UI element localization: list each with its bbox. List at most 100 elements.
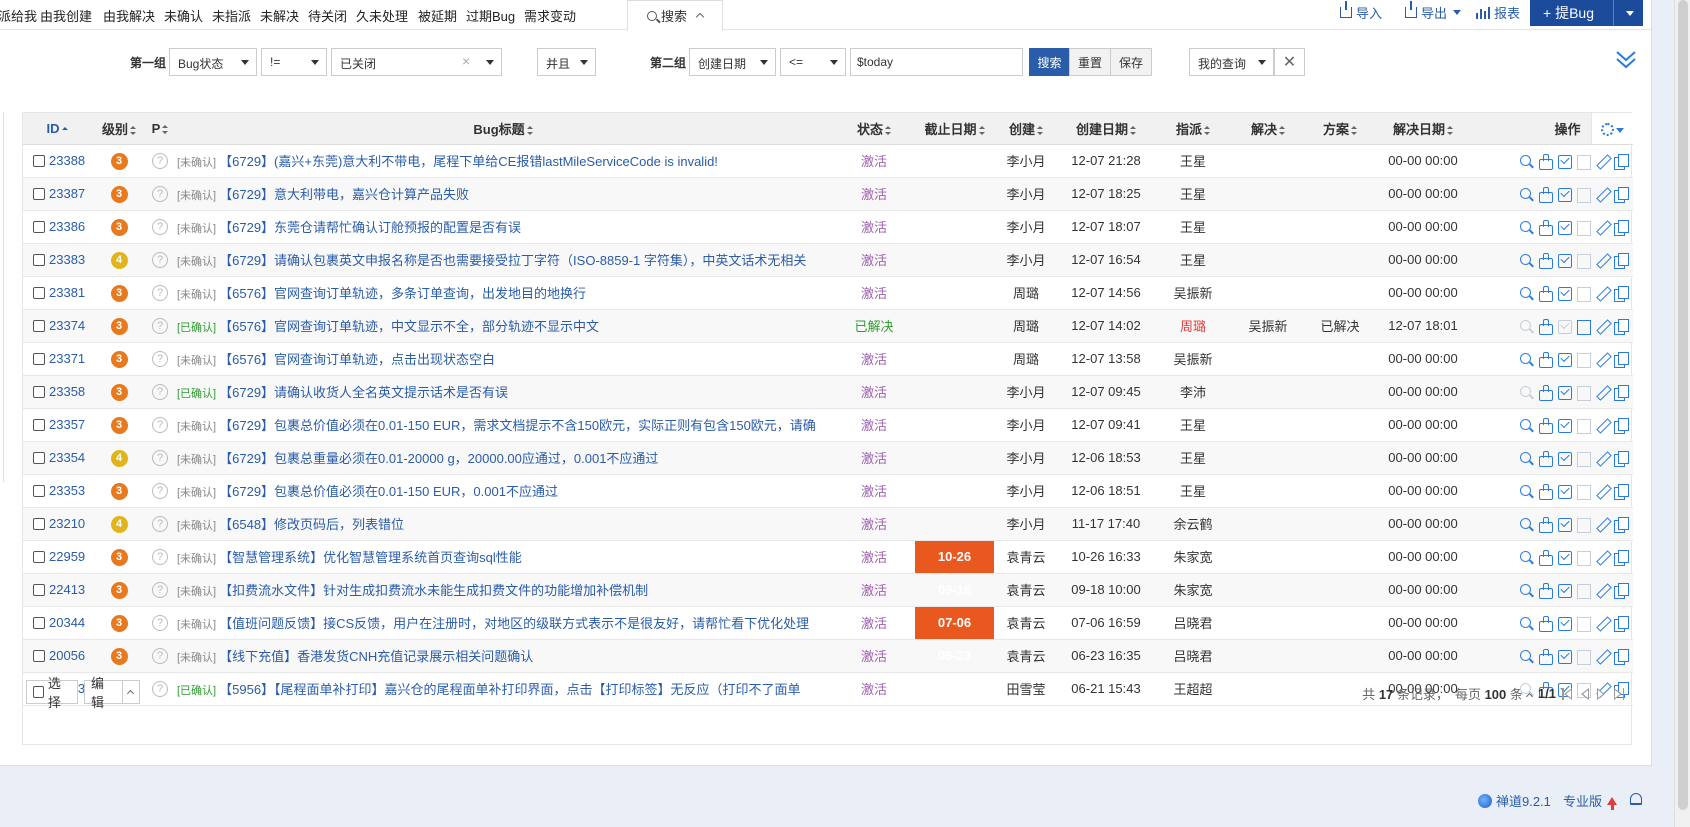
copy-icon[interactable] [1614,417,1629,434]
header-assigned[interactable]: 指派 [1154,113,1232,145]
confirm-bug-icon[interactable] [1519,550,1534,565]
header-pri[interactable]: P [147,113,173,145]
assign-icon[interactable] [1538,615,1553,632]
assigned-cell[interactable]: 王星 [1154,441,1232,475]
tab-unresolved[interactable]: 未解决 [260,6,299,25]
copy-icon[interactable] [1614,516,1629,533]
search-button[interactable]: 搜索 [1029,48,1070,76]
resolve-icon[interactable] [1557,517,1572,532]
assign-icon[interactable] [1538,153,1553,170]
edit-icon[interactable] [1595,616,1610,631]
resolve-icon[interactable] [1557,583,1572,598]
bug-title-link[interactable]: 【6729】请确认收货人全名英文提示话术是否有误 [219,385,508,400]
header-resolution[interactable]: 方案 [1304,113,1376,145]
edit-icon[interactable] [1595,550,1610,565]
row-checkbox[interactable] [33,155,45,168]
edit-icon[interactable] [1595,418,1610,433]
assign-icon[interactable] [1538,351,1553,368]
assign-icon[interactable] [1538,582,1553,599]
close-bug-icon[interactable] [1576,583,1591,599]
row-checkbox[interactable] [33,617,45,630]
bug-id-link[interactable]: 23354 [49,451,85,466]
bug-id-link[interactable]: 23383 [49,253,85,268]
edit-icon[interactable] [1595,352,1610,367]
copy-icon[interactable] [1614,351,1629,368]
batch-edit-dropdown[interactable] [121,681,139,703]
save-query-button[interactable]: 保存 [1110,48,1152,76]
bug-title-link[interactable]: 【6729】包裹总重量必须在0.01-20000 g，20000.00应通过，0… [219,451,658,466]
column-settings[interactable] [1590,113,1633,145]
group1-value-select[interactable]: 已关闭 × [331,48,502,76]
report-button[interactable]: 报表 [1476,3,1520,22]
table-row[interactable]: 23357 3? [未确认] 【6729】包裹总价值必须在0.01-150 EUR，需… [23,408,1633,442]
and-or-select[interactable]: 并且 [537,48,596,76]
row-checkbox[interactable] [33,353,45,366]
assigned-cell[interactable]: 周璐 [1154,309,1232,343]
assigned-cell[interactable]: 吴振新 [1154,342,1232,376]
bug-title-link[interactable]: 【6729】意大利带电，嘉兴仓计算产品失败 [219,187,469,202]
assign-icon[interactable] [1538,417,1553,434]
close-bug-icon[interactable] [1576,286,1591,302]
close-bug-icon[interactable] [1576,517,1591,533]
edit-icon[interactable] [1595,484,1610,499]
bug-title-link[interactable]: 【6729】东莞仓请帮忙确认订舱预报的配置是否有误 [219,220,521,235]
tab-search[interactable]: 搜索 [627,0,723,31]
bug-title-link[interactable]: 【扣费流水文件】针对生成扣费流水未能生成扣费文件的功能增加补偿机制 [219,583,648,598]
assigned-cell[interactable]: 王星 [1154,408,1232,442]
table-row[interactable]: 20056 3? [未确认] 【线下充值】香港发货CNH充值记录展示相关问题确认 激活 0… [23,639,1633,673]
assign-icon[interactable] [1538,186,1553,203]
resolve-icon[interactable] [1557,220,1572,235]
tab-story-changed[interactable]: 需求变动 [524,6,576,25]
edit-icon[interactable] [1595,220,1610,235]
assign-icon[interactable] [1538,549,1553,566]
resolve-icon[interactable] [1557,616,1572,631]
bug-title-link[interactable]: 【6729】请确认包裹英文申报名称是否也需要接受拉丁字符（ISO-8859-1 … [219,253,806,268]
confirm-bug-icon[interactable] [1519,220,1534,235]
confirm-bug-icon[interactable] [1519,484,1534,499]
row-checkbox[interactable] [33,485,45,498]
assign-icon[interactable] [1538,252,1553,269]
close-bug-icon[interactable] [1576,154,1591,170]
confirm-bug-icon[interactable] [1519,616,1534,631]
confirm-bug-icon[interactable] [1519,319,1534,334]
tab-overdue[interactable]: 过期Bug [466,6,515,25]
tab-unassigned[interactable]: 未指派 [212,6,251,25]
row-checkbox[interactable] [33,386,45,399]
bug-id-link[interactable]: 23386 [49,220,85,235]
assigned-cell[interactable]: 李沛 [1154,375,1232,409]
confirm-bug-icon[interactable] [1519,451,1534,466]
close-bug-icon[interactable] [1576,616,1591,632]
copy-icon[interactable] [1614,318,1629,335]
bug-id-link[interactable]: 23371 [49,352,85,367]
row-checkbox[interactable] [33,254,45,267]
tab-unconfirmed[interactable]: 未确认 [164,6,203,25]
table-row[interactable]: 22959 3? [未确认] 【智慧管理系统】优化智慧管理系统首页查询sql性能 激活 1… [23,540,1633,574]
bug-id-link[interactable]: 23210 [49,517,85,532]
row-checkbox[interactable] [33,221,45,234]
resolve-icon[interactable] [1557,484,1572,499]
confirm-bug-icon[interactable] [1519,418,1534,433]
assigned-cell[interactable]: 王星 [1154,474,1232,508]
row-checkbox[interactable] [33,452,45,465]
copy-icon[interactable] [1614,483,1629,500]
resolve-icon[interactable] [1557,550,1572,565]
edit-icon[interactable] [1595,187,1610,202]
edit-icon[interactable] [1595,649,1610,664]
close-bug-icon[interactable] [1576,220,1591,236]
table-row[interactable]: 22413 3? [未确认] 【扣费流水文件】针对生成扣费流水未能生成扣费文件的功能增… [23,573,1633,607]
bug-title-link[interactable]: 【线下充值】香港发货CNH充值记录展示相关问题确认 [219,649,533,664]
export-button[interactable]: 导出 [1405,1,1462,22]
header-resolved-by[interactable]: 解决 [1232,113,1304,145]
tab-resolved-by-me[interactable]: 由我解决 [103,6,155,25]
bug-id-link[interactable]: 20056 [49,649,85,664]
header-created-date[interactable]: 创建日期 [1058,113,1154,145]
confirm-bug-icon[interactable] [1519,649,1534,664]
my-query-select[interactable]: 我的查询 [1189,48,1274,76]
bug-id-link[interactable]: 23357 [49,418,85,433]
assign-icon[interactable] [1538,384,1553,401]
vertical-scrollbar[interactable] [1674,0,1690,827]
last-page-icon[interactable] [1613,687,1624,700]
resolve-icon[interactable] [1557,154,1572,169]
edit-icon[interactable] [1595,286,1610,301]
bug-title-link[interactable]: 【智慧管理系统】优化智慧管理系统首页查询sql性能 [219,550,522,565]
